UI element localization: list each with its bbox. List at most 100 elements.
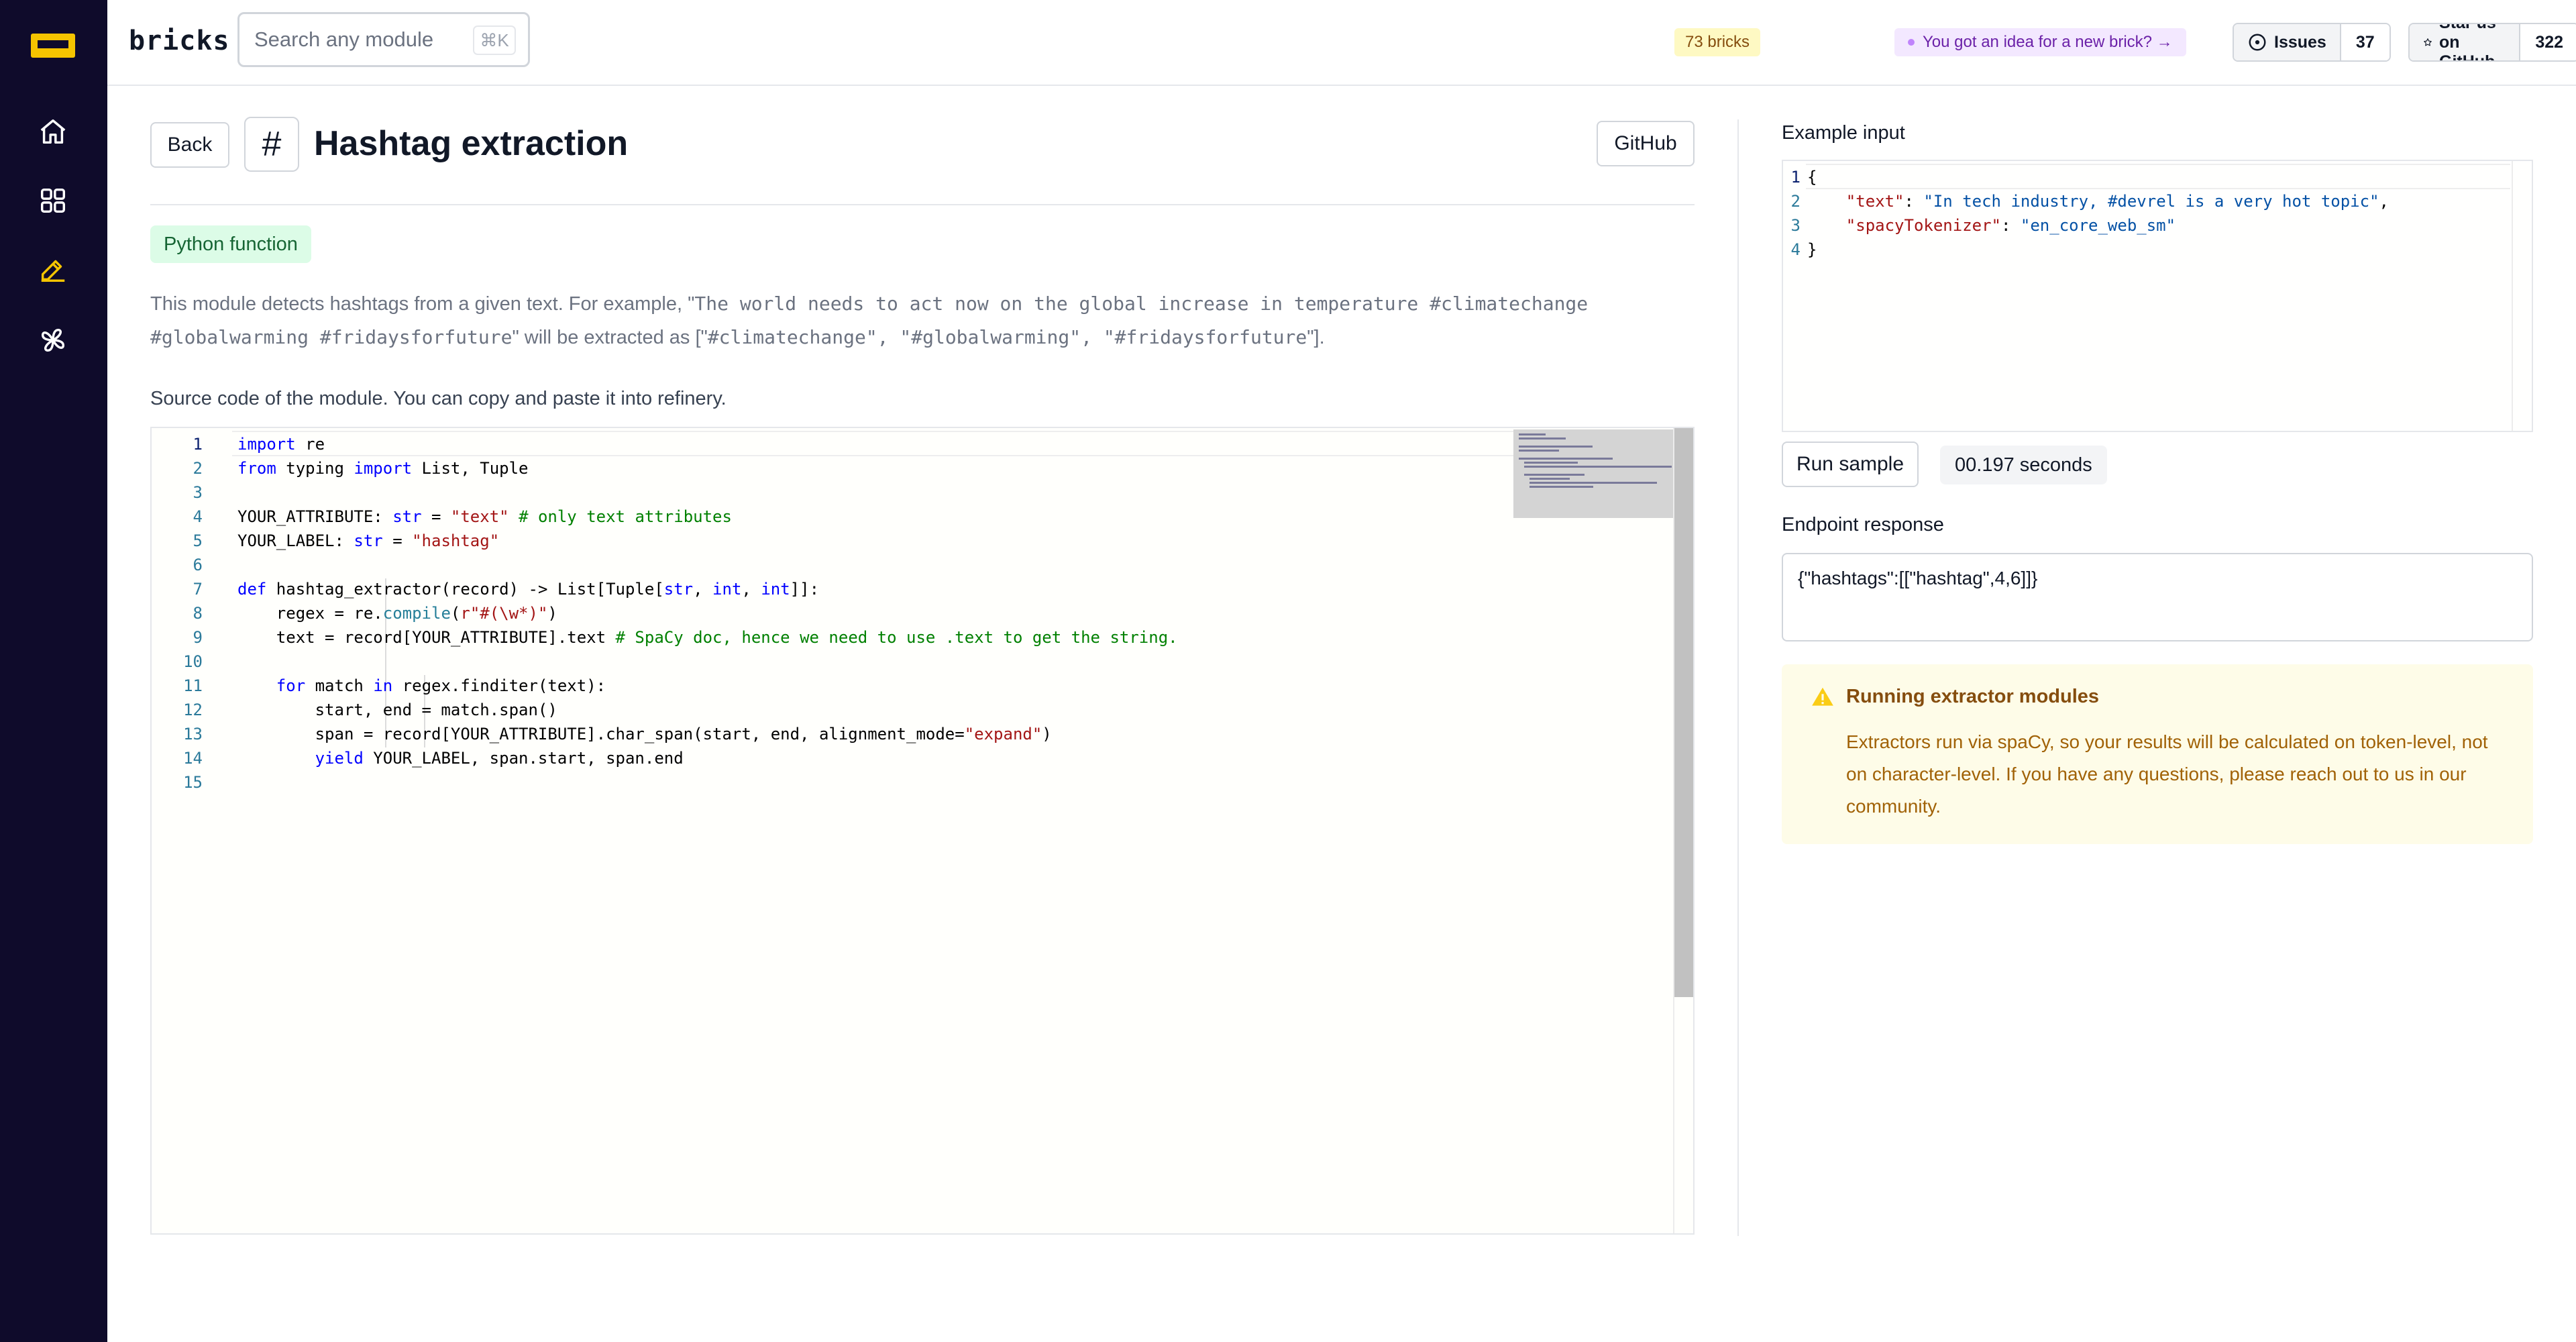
code-line: 11 for match in regex.finditer(text): xyxy=(152,674,1493,698)
line-number: 13 xyxy=(183,725,203,743)
pinwheel-icon[interactable] xyxy=(35,322,71,358)
code-text: text = record[YOUR_ATTRIBUTE].text # Spa… xyxy=(237,628,1178,647)
code-text: from typing import List, Tuple xyxy=(237,459,529,478)
desc-prefix: This module detects hashtags from a give… xyxy=(150,293,695,315)
json-lines: 1{2 "text": "In tech industry, #devrel i… xyxy=(1783,165,2521,262)
grid-icon[interactable] xyxy=(35,183,71,219)
line-number: 4 xyxy=(193,507,203,526)
json-text: "text": "In tech industry, #devrel is a … xyxy=(1845,192,2389,211)
issues-label: Issues xyxy=(2274,32,2326,52)
line-number: 2 xyxy=(193,459,203,478)
code-line: 4 YOUR_ATTRIBUTE: str = "text" # only tex… xyxy=(152,505,1493,529)
source-code-label: Source code of the module. You can copy … xyxy=(150,388,727,409)
idea-link-label: You got an idea for a new brick? → xyxy=(1923,33,2173,51)
line-number: 4 xyxy=(1790,240,1801,259)
hashtag-icon: # xyxy=(244,117,299,172)
home-icon[interactable] xyxy=(35,114,71,150)
top-bar: bricks ⌘K 73 bricks You got an idea for … xyxy=(107,0,2576,86)
json-line: 1{ xyxy=(1783,165,2521,189)
search-input[interactable] xyxy=(254,26,455,53)
run-sample-button[interactable]: Run sample xyxy=(1782,442,1919,487)
divider xyxy=(150,204,1695,205)
line-number: 10 xyxy=(183,652,203,671)
code-text: span = record[YOUR_ATTRIBUTE].char_span(… xyxy=(237,725,1052,743)
endpoint-response-field[interactable]: {"hashtags":[["hashtag",4,6]]} xyxy=(1782,553,2533,641)
star-github-button[interactable]: Star us on GitHub 322 xyxy=(2408,23,2576,62)
code-line: 1 import re xyxy=(152,432,1493,456)
code-text: YOUR_ATTRIBUTE: str = "text" # only text… xyxy=(237,507,732,526)
github-button[interactable]: GitHub xyxy=(1597,121,1695,166)
issues-button[interactable]: Issues 37 xyxy=(2233,23,2391,62)
issue-icon xyxy=(2249,34,2266,51)
code-line: 14 yield YOUR_LABEL, span.start, span.en… xyxy=(152,746,1493,770)
json-text: "spacyTokenizer": "en_core_web_sm" xyxy=(1845,216,2176,235)
code-lines: 1 import re 2 from typing import List, Tupl… xyxy=(152,432,1493,794)
line-number: 6 xyxy=(193,556,203,574)
code-text: def hashtag_extractor(record) -> List[Tu… xyxy=(237,580,820,599)
line-number: 1 xyxy=(1790,168,1801,187)
code-editor[interactable]: 1 import re 2 from typing import List, Tupl… xyxy=(150,427,1695,1235)
idea-link[interactable]: You got an idea for a new brick? → xyxy=(1894,28,2186,56)
line-number: 14 xyxy=(183,749,203,768)
code-line: 10 xyxy=(152,650,1493,674)
endpoint-response-label: Endpoint response xyxy=(1782,514,1944,535)
code-line: 12 start, end = match.span() xyxy=(152,698,1493,722)
bricks-logo[interactable] xyxy=(31,34,75,58)
line-number: 15 xyxy=(183,773,203,792)
code-line: 5 YOUR_LABEL: str = "hashtag" xyxy=(152,529,1493,553)
code-line: 3 xyxy=(152,480,1493,505)
search-shortcut: ⌘K xyxy=(473,25,516,55)
code-line: 6 xyxy=(152,553,1493,577)
bricks-count-badge: 73 bricks xyxy=(1674,28,1761,56)
timing-badge: 00.197 seconds xyxy=(1940,446,2107,484)
json-line: 4} xyxy=(1783,238,2521,262)
dot-icon xyxy=(1908,39,1915,46)
code-minimap[interactable] xyxy=(1513,429,1674,518)
brand-name: bricks xyxy=(129,25,230,56)
info-alert: Running extractor modules Extractors run… xyxy=(1782,664,2533,844)
code-text: for match in regex.finditer(text): xyxy=(276,676,606,695)
star-icon xyxy=(2424,38,2432,46)
search-box[interactable]: ⌘K xyxy=(237,12,530,67)
issues-count: 37 xyxy=(2341,24,2390,60)
line-number: 3 xyxy=(193,483,203,502)
back-button[interactable]: Back xyxy=(150,122,229,168)
desc-result: #climatechange", "#globalwarming", "#fri… xyxy=(707,326,1307,348)
line-number: 7 xyxy=(193,580,203,599)
line-number: 11 xyxy=(183,676,203,695)
line-number: 2 xyxy=(1790,192,1801,211)
module-description: This module detects hashtags from a give… xyxy=(150,287,1707,354)
star-count: 322 xyxy=(2520,24,2576,60)
code-line: 8 regex = re.compile(r"#(\w*)") xyxy=(152,601,1493,625)
code-text: YOUR_LABEL: str = "hashtag" xyxy=(237,531,500,550)
panel-divider xyxy=(1737,119,1739,1236)
alert-body: Extractors run via spaCy, so your result… xyxy=(1846,731,2488,817)
alert-title: Running extractor modules xyxy=(1846,686,2100,707)
code-line: 13 span = record[YOUR_ATTRIBUTE].char_sp… xyxy=(152,722,1493,746)
code-line: 7 def hashtag_extractor(record) -> List[T… xyxy=(152,577,1493,601)
line-number: 3 xyxy=(1790,216,1801,235)
warning-icon xyxy=(1812,687,1833,706)
example-input-label: Example input xyxy=(1782,122,1905,144)
code-line: 2 from typing import List, Tuple xyxy=(152,456,1493,480)
code-text: start, end = match.span() xyxy=(237,701,557,719)
desc-middle: " will be extracted as [" xyxy=(512,327,708,348)
pencil-icon[interactable] xyxy=(35,251,71,287)
editor-ruler xyxy=(2512,161,2513,431)
json-line: 2 "text": "In tech industry, #devrel is … xyxy=(1783,189,2521,213)
line-number: 12 xyxy=(183,701,203,719)
vertical-scrollbar[interactable] xyxy=(1674,428,1693,997)
code-line: 15 xyxy=(152,770,1493,794)
example-input-editor[interactable]: 1{2 "text": "In tech industry, #devrel i… xyxy=(1782,160,2533,432)
line-number: 5 xyxy=(193,531,203,550)
json-line: 3 "spacyTokenizer": "en_core_web_sm" xyxy=(1783,213,2521,238)
type-badge: Python function xyxy=(150,225,311,263)
desc-suffix: "]. xyxy=(1307,327,1325,348)
line-number: 1 xyxy=(193,435,203,454)
sidebar xyxy=(0,0,107,1342)
code-line: 9 text = record[YOUR_ATTRIBUTE].text # S… xyxy=(152,625,1493,650)
code-text: yield YOUR_LABEL, span.start, span.end xyxy=(315,749,684,768)
line-number: 9 xyxy=(193,628,203,647)
page-title: Hashtag extraction xyxy=(314,124,629,163)
code-text: import re xyxy=(237,435,325,454)
